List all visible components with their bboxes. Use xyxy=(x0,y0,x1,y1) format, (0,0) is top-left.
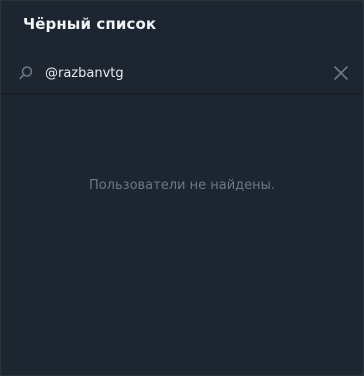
search-icon xyxy=(17,64,35,82)
close-icon xyxy=(334,66,348,80)
empty-results-message: Пользователи не найдены. xyxy=(88,178,276,193)
clear-search-button[interactable] xyxy=(331,63,351,83)
search-input[interactable] xyxy=(45,62,315,84)
dialog-title: Чёрный список xyxy=(23,15,157,33)
search-bar xyxy=(1,53,363,94)
blocked-users-dialog: Чёрный список Пользователи не найдены. xyxy=(0,0,364,376)
